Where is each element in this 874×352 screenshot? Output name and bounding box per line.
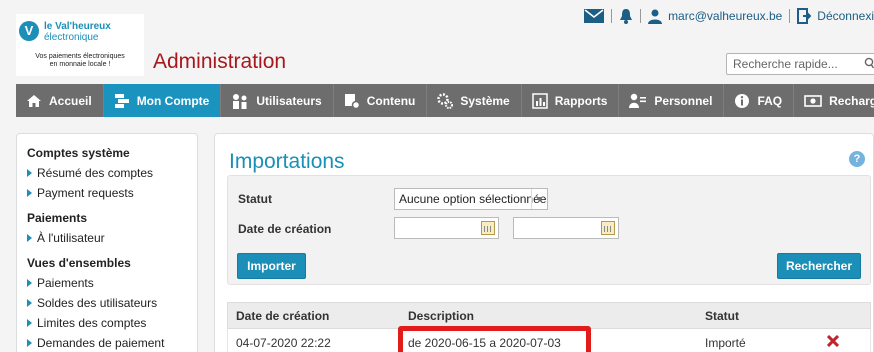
nav-item-label: Mon Compte: [136, 93, 210, 108]
date-to-input[interactable]: [513, 217, 619, 239]
status-select[interactable]: Aucune option sélectionnée: [394, 188, 548, 210]
caret-right-icon: [27, 169, 32, 177]
help-icon[interactable]: ?: [849, 151, 865, 167]
divider: [640, 9, 642, 23]
sidebar-item-soldes-utilisateurs[interactable]: Soldes des utilisateurs: [27, 296, 187, 310]
date-from-input[interactable]: [394, 217, 499, 239]
logo-name: le Val'heureux: [44, 21, 111, 32]
top-user-bar: marc@valheureux.be Déconnexi: [584, 6, 874, 26]
import-button[interactable]: Importer: [237, 253, 306, 279]
logo-subname: électronique: [44, 32, 99, 43]
sidebar-item-label: Demandes de paiement: [37, 336, 165, 350]
nav-item-mon-compte[interactable]: Mon Compte: [103, 84, 222, 117]
column-header[interactable]: Description: [400, 309, 697, 323]
chevron-down-icon: [531, 189, 547, 209]
column-header[interactable]: Statut: [697, 309, 827, 323]
sidebar-item-payment-requests[interactable]: Payment requests: [27, 186, 187, 200]
nav-item-accueil[interactable]: Accueil: [16, 84, 104, 117]
logo-tagline-line2: en monnaie locale !: [49, 61, 111, 68]
main-nav: Accueil Mon Compte Utilisateurs Contenu …: [16, 84, 874, 117]
nav-item-rapports[interactable]: Rapports: [522, 84, 620, 117]
sidebar-item-label: Paiements: [37, 276, 94, 290]
nav-item-utilisateurs[interactable]: Utilisateurs: [221, 84, 334, 117]
bell-icon[interactable]: [619, 8, 633, 24]
user-email-link[interactable]: marc@valheureux.be: [668, 9, 782, 23]
search-button[interactable]: Rechercher: [777, 253, 861, 279]
cell-description: de 2020-06-15 a 2020-07-03: [408, 335, 561, 350]
sidebar-item-label: Payment requests: [37, 186, 134, 200]
sidebar-heading: Paiements: [27, 211, 88, 225]
table-row[interactable]: 04-07-2020 22:22 de 2020-06-15 a 2020-07…: [227, 329, 871, 352]
nav-item-label: Contenu: [366, 93, 416, 108]
cell-date: 04-07-2020 22:22: [236, 335, 331, 350]
info-icon: [734, 93, 750, 109]
sidebar: Comptes système Résumé des comptes Payme…: [16, 133, 198, 352]
nav-item-label: Recharge: [829, 93, 874, 108]
caret-right-icon: [27, 339, 32, 347]
nav-item-personnel[interactable]: Personnel: [619, 84, 725, 117]
page-title: Importations: [229, 150, 345, 173]
logo[interactable]: V le Val'heureux électronique Vos paieme…: [16, 14, 144, 76]
caret-right-icon: [27, 234, 32, 242]
sidebar-item-resume-comptes[interactable]: Résumé des comptes: [27, 166, 187, 180]
sidebar-item-label: Résumé des comptes: [37, 166, 154, 180]
quick-search-input[interactable]: [726, 53, 874, 75]
recharge-icon: [804, 94, 822, 108]
system-icon: [437, 92, 454, 109]
nav-item-recharge[interactable]: Recharge: [794, 84, 874, 117]
divider: [789, 9, 791, 23]
status-select-value: Aucune option sélectionnée: [399, 192, 547, 206]
nav-item-label: Accueil: [49, 93, 92, 108]
nav-item-label: Rapports: [554, 93, 608, 108]
user-icon: [648, 9, 663, 24]
logo-mark: V: [19, 21, 39, 41]
column-header[interactable]: Date de création: [228, 309, 400, 323]
reports-icon: [531, 92, 548, 109]
logout-icon[interactable]: [797, 8, 812, 24]
nav-item-label: Utilisateurs: [256, 93, 322, 108]
imports-table: Date de création Description Statut 04-0…: [227, 302, 871, 352]
nav-item-label: Système: [460, 93, 510, 108]
calendar-icon[interactable]: [601, 221, 615, 235]
caret-right-icon: [27, 319, 32, 327]
delete-icon[interactable]: [826, 334, 867, 350]
status-label: Statut: [238, 192, 272, 206]
caret-right-icon: [27, 279, 32, 287]
sidebar-item-demandes-paiement[interactable]: Demandes de paiement: [27, 336, 187, 350]
nav-item-contenu[interactable]: Contenu: [334, 84, 428, 117]
page-header-title: Administration: [153, 50, 287, 73]
home-icon: [26, 94, 42, 108]
calendar-icon[interactable]: [481, 221, 495, 235]
sidebar-heading: Vues d'ensembles: [27, 256, 131, 270]
nav-item-label: FAQ: [757, 93, 783, 108]
caret-right-icon: [27, 299, 32, 307]
nav-item-label: Personnel: [654, 93, 713, 108]
mail-icon[interactable]: [584, 9, 605, 23]
search-icon[interactable]: [864, 57, 874, 72]
header: V le Val'heureux électronique Vos paieme…: [0, 0, 874, 84]
sidebar-heading: Comptes système: [27, 146, 130, 160]
users-icon: [231, 93, 249, 109]
sidebar-item-a-utilisateur[interactable]: À l'utilisateur: [27, 231, 187, 245]
caret-right-icon: [27, 189, 32, 197]
nav-item-systeme[interactable]: Système: [427, 84, 522, 117]
content-icon: [344, 93, 360, 109]
logo-tagline-line1: Vos paiements électroniques: [35, 53, 125, 60]
nav-item-faq[interactable]: FAQ: [724, 84, 795, 117]
creation-date-label: Date de création: [238, 222, 332, 236]
main-panel: Importations ? Statut Aucune option séle…: [214, 133, 874, 352]
filter-form: Statut Aucune option sélectionnée Date d…: [227, 175, 871, 285]
logout-link[interactable]: Déconnexi: [817, 9, 874, 23]
sidebar-item-paiements[interactable]: Paiements: [27, 276, 187, 290]
personnel-icon: [629, 93, 647, 109]
logo-tagline: Vos paiements électroniques en monnaie l…: [18, 53, 142, 69]
sidebar-item-label: Limites des comptes: [37, 316, 147, 330]
account-icon: [114, 93, 130, 109]
sidebar-item-label: Soldes des utilisateurs: [37, 296, 158, 310]
divider: [611, 9, 613, 23]
sidebar-item-limites-comptes[interactable]: Limites des comptes: [27, 316, 187, 330]
table-header: Date de création Description Statut: [227, 302, 871, 329]
sidebar-item-label: À l'utilisateur: [37, 231, 105, 245]
cell-status: Importé: [705, 335, 746, 350]
